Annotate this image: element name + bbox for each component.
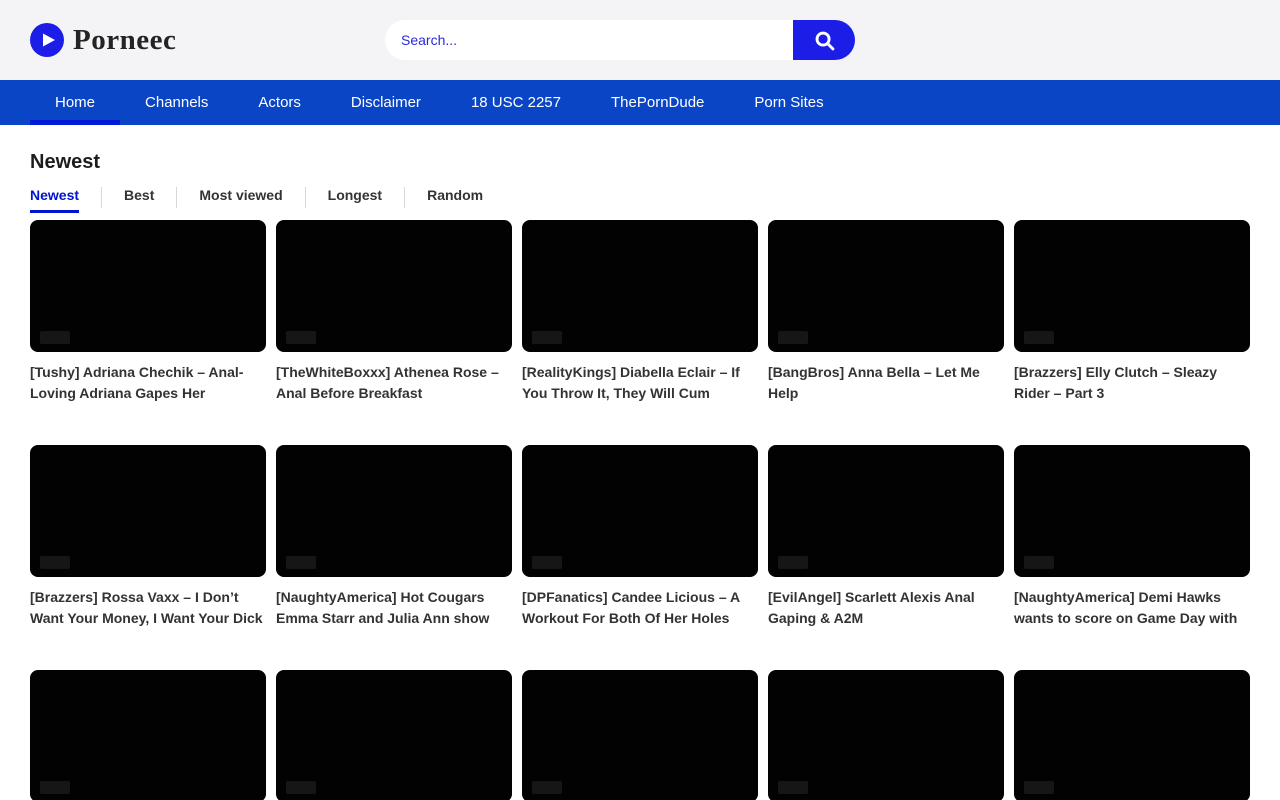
- duration-badge: [532, 781, 562, 794]
- search-form: [385, 20, 855, 60]
- tab-longest[interactable]: Longest: [306, 187, 405, 208]
- video-grid: [Tushy] Adriana Chechik – Anal-Loving Ad…: [30, 220, 1250, 800]
- video-thumbnail[interactable]: [276, 445, 512, 577]
- video-thumbnail[interactable]: [1014, 670, 1250, 800]
- duration-badge: [40, 331, 70, 344]
- tab-best[interactable]: Best: [102, 187, 177, 208]
- video-card[interactable]: [DPFanatics] Candee Licious – A Workout …: [522, 445, 758, 629]
- search-icon: [813, 29, 836, 52]
- video-card[interactable]: [1014, 670, 1250, 800]
- video-card[interactable]: [NaughtyAmerica] Demi Hawks wants to sco…: [1014, 445, 1250, 629]
- search-button[interactable]: [793, 20, 855, 60]
- duration-badge: [1024, 556, 1054, 569]
- main-content: Newest Newest Best Most viewed Longest R…: [30, 151, 1250, 800]
- video-card[interactable]: [Tushy] Adriana Chechik – Anal-Loving Ad…: [30, 220, 266, 404]
- video-thumbnail[interactable]: [30, 220, 266, 352]
- video-title[interactable]: [TheWhiteBoxxx] Athenea Rose – Anal Befo…: [276, 362, 512, 404]
- video-thumbnail[interactable]: [522, 220, 758, 352]
- video-card[interactable]: [Brazzers] Elly Clutch – Sleazy Rider – …: [1014, 220, 1250, 404]
- duration-badge: [40, 556, 70, 569]
- video-card[interactable]: [Brazzers] Rossa Vaxx – I Don’t Want You…: [30, 445, 266, 629]
- video-card[interactable]: [30, 670, 266, 800]
- video-card[interactable]: [BangBros] Anna Bella – Let Me Help: [768, 220, 1004, 404]
- duration-badge: [286, 556, 316, 569]
- site-header: Porneec: [0, 0, 1280, 80]
- video-title[interactable]: [Tushy] Adriana Chechik – Anal-Loving Ad…: [30, 362, 266, 404]
- tab-most-viewed[interactable]: Most viewed: [177, 187, 305, 208]
- duration-badge: [40, 781, 70, 794]
- video-thumbnail[interactable]: [522, 670, 758, 800]
- duration-badge: [286, 331, 316, 344]
- tab-random[interactable]: Random: [405, 187, 505, 208]
- video-title[interactable]: [EvilAngel] Scarlett Alexis Anal Gaping …: [768, 587, 1004, 629]
- video-thumbnail[interactable]: [276, 220, 512, 352]
- video-thumbnail[interactable]: [522, 445, 758, 577]
- nav-item-porn-sites[interactable]: Porn Sites: [729, 80, 848, 125]
- page-title: Newest: [30, 151, 1250, 174]
- search-input[interactable]: [385, 20, 793, 60]
- video-card[interactable]: [276, 670, 512, 800]
- tab-newest[interactable]: Newest: [30, 187, 102, 208]
- video-title[interactable]: [Brazzers] Rossa Vaxx – I Don’t Want You…: [30, 587, 266, 629]
- video-title[interactable]: [NaughtyAmerica] Demi Hawks wants to sco…: [1014, 587, 1250, 629]
- sort-tabs: Newest Best Most viewed Longest Random: [30, 187, 1250, 208]
- video-title[interactable]: [BangBros] Anna Bella – Let Me Help: [768, 362, 1004, 404]
- video-card[interactable]: [522, 670, 758, 800]
- video-card[interactable]: [RealityKings] Diabella Eclair – If You …: [522, 220, 758, 404]
- video-thumbnail[interactable]: [30, 445, 266, 577]
- nav-item-theporndude[interactable]: ThePornDude: [586, 80, 729, 125]
- video-thumbnail[interactable]: [768, 445, 1004, 577]
- video-thumbnail[interactable]: [30, 670, 266, 800]
- video-card[interactable]: [TheWhiteBoxxx] Athenea Rose – Anal Befo…: [276, 220, 512, 404]
- video-title[interactable]: [DPFanatics] Candee Licious – A Workout …: [522, 587, 758, 629]
- video-card[interactable]: [768, 670, 1004, 800]
- duration-badge: [778, 331, 808, 344]
- play-icon: [30, 23, 64, 57]
- nav-item-actors[interactable]: Actors: [233, 80, 326, 125]
- video-thumbnail[interactable]: [768, 220, 1004, 352]
- video-thumbnail[interactable]: [1014, 445, 1250, 577]
- duration-badge: [286, 781, 316, 794]
- nav-item-disclaimer[interactable]: Disclaimer: [326, 80, 446, 125]
- nav-item-18-usc-2257[interactable]: 18 USC 2257: [446, 80, 586, 125]
- duration-badge: [778, 781, 808, 794]
- site-logo[interactable]: Porneec: [30, 23, 176, 57]
- video-thumbnail[interactable]: [768, 670, 1004, 800]
- video-card[interactable]: [NaughtyAmerica] Hot Cougars Emma Starr …: [276, 445, 512, 629]
- video-thumbnail[interactable]: [276, 670, 512, 800]
- nav-item-channels[interactable]: Channels: [120, 80, 233, 125]
- duration-badge: [778, 556, 808, 569]
- video-title[interactable]: [NaughtyAmerica] Hot Cougars Emma Starr …: [276, 587, 512, 629]
- video-thumbnail[interactable]: [1014, 220, 1250, 352]
- duration-badge: [1024, 331, 1054, 344]
- video-card[interactable]: [EvilAngel] Scarlett Alexis Anal Gaping …: [768, 445, 1004, 629]
- nav-item-home[interactable]: Home: [30, 80, 120, 125]
- duration-badge: [532, 331, 562, 344]
- duration-badge: [1024, 781, 1054, 794]
- video-title[interactable]: [RealityKings] Diabella Eclair – If You …: [522, 362, 758, 404]
- main-nav: Home Channels Actors Disclaimer 18 USC 2…: [0, 80, 1280, 125]
- video-title[interactable]: [Brazzers] Elly Clutch – Sleazy Rider – …: [1014, 362, 1250, 404]
- duration-badge: [532, 556, 562, 569]
- brand-name: Porneec: [73, 24, 176, 57]
